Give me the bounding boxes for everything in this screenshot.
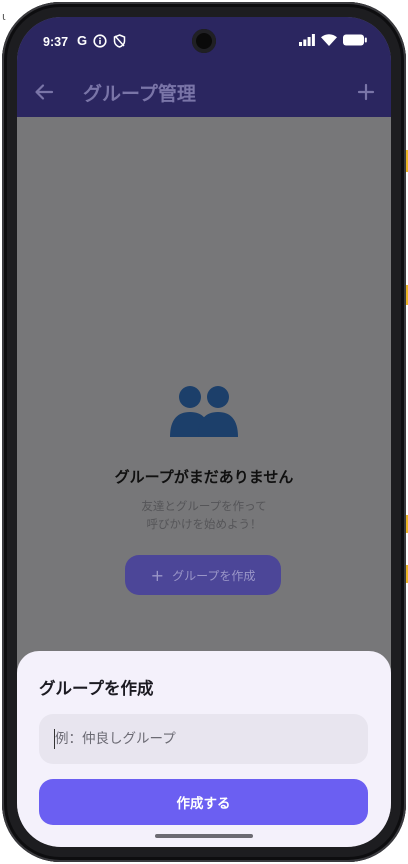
info-icon — [93, 33, 107, 48]
status-system-icons — [299, 34, 367, 46]
status-time: 9:37 — [43, 35, 69, 49]
wifi-icon — [321, 34, 337, 46]
empty-state-description: 友達とグループを作って 呼びかけを始めよう！ — [17, 497, 391, 533]
shield-off-icon — [113, 33, 126, 48]
add-group-icon[interactable] — [353, 79, 379, 105]
empty-state-title: グループがまだありません — [114, 468, 294, 486]
status-notification-icons: G — [77, 33, 126, 48]
battery-icon — [343, 34, 367, 46]
google-icon: G — [77, 33, 88, 48]
empty-state-description-line: 呼びかけを始めよう！ — [146, 517, 262, 531]
create-group-button-label: グループを作成 — [172, 568, 256, 583]
group-name-input[interactable] — [39, 714, 368, 764]
phone-frame: 9:37 G グループ管理 グループがまだありません 友達とグループを作って 呼… — [2, 2, 406, 862]
people-icon — [170, 386, 238, 437]
phone-screen: 9:37 G グループ管理 グループがまだありません 友達とグループを作って 呼… — [17, 17, 391, 847]
page-title: グループ管理 — [83, 83, 196, 105]
back-arrow-icon[interactable] — [31, 79, 57, 105]
create-group-sheet: グループを作成 作成する — [17, 651, 391, 847]
background-text: ι — [2, 10, 6, 23]
front-camera — [192, 29, 216, 53]
home-indicator[interactable] — [155, 834, 253, 838]
empty-state-description-line: 友達とグループを作って — [141, 499, 267, 513]
create-group-button[interactable]: + グループを作成 — [125, 555, 281, 595]
submit-create-button[interactable]: 作成する — [39, 779, 368, 825]
status-bar: 9:37 G — [17, 17, 391, 67]
app-bar: グループ管理 — [17, 67, 391, 117]
sheet-title: グループを作成 — [39, 679, 154, 698]
plus-icon: + — [150, 565, 165, 585]
text-caret — [54, 729, 55, 749]
signal-icon — [299, 34, 315, 46]
